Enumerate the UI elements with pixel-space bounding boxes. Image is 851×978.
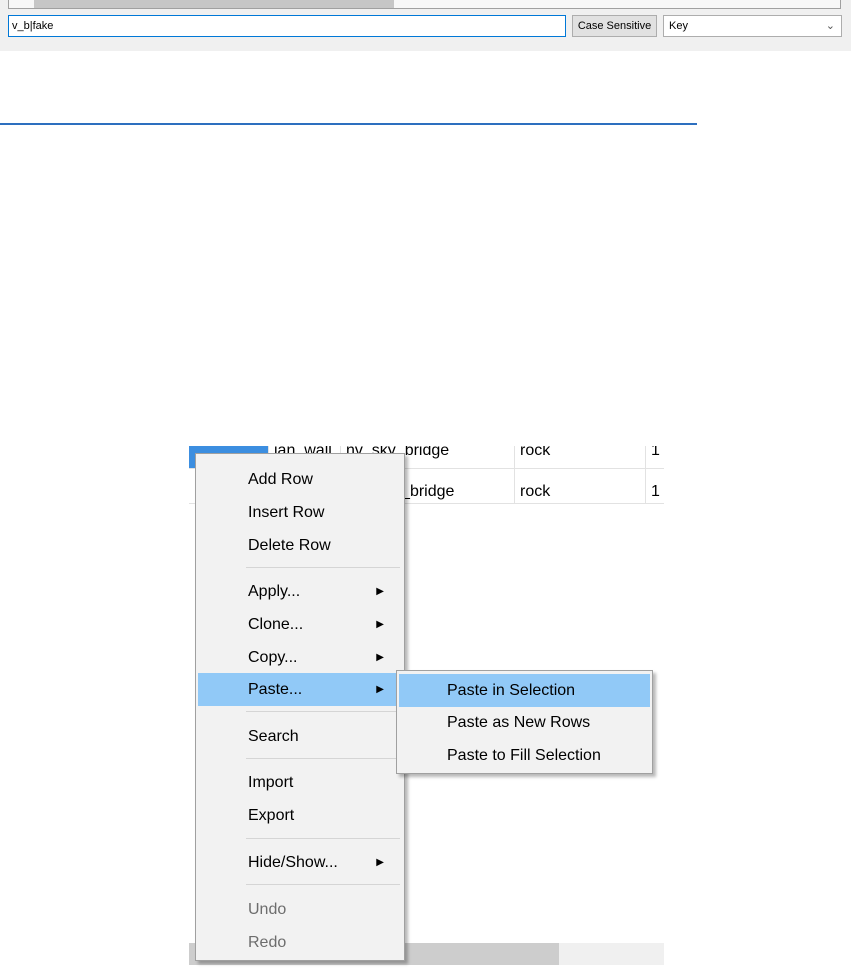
menu-item-hide-show[interactable]: Hide/Show... ▶ (198, 846, 402, 879)
scrollbar-thumb[interactable] (34, 0, 394, 8)
menu-item-paste[interactable]: Paste... ▶ (198, 673, 402, 706)
menu-item-redo[interactable]: Redo (198, 926, 402, 959)
search-input[interactable] (8, 15, 566, 37)
menu-separator (246, 884, 400, 885)
menu-item-copy[interactable]: Copy... ▶ (198, 641, 402, 674)
menu-item-label: Paste in Selection (447, 682, 576, 699)
case-sensitive-button[interactable]: Case Sensitive (572, 15, 657, 37)
triangle-right-icon: ▶ (376, 684, 384, 695)
menu-item-label: Redo (248, 934, 287, 951)
menu-item-paste-in-selection[interactable]: Paste in Selection (399, 674, 650, 707)
menu-item-label: Export (248, 807, 295, 824)
key-select-value: Key (669, 20, 688, 32)
menu-item-label: Paste as New Rows (447, 714, 591, 731)
menu-item-paste-to-fill-selection[interactable]: Paste to Fill Selection (399, 739, 650, 772)
menu-item-paste-as-new-rows[interactable]: Paste as New Rows (399, 706, 650, 739)
table-cell[interactable]: rock (515, 469, 646, 503)
triangle-right-icon: ▶ (376, 586, 384, 597)
chevron-down-icon[interactable]: ⌄ (826, 16, 835, 36)
menu-item-label: Insert Row (248, 504, 325, 521)
menu-item-label: Add Row (248, 471, 313, 488)
menu-item-clone[interactable]: Clone... ▶ (198, 608, 402, 641)
context-menu: Add Row Insert Row Delete Row Apply... ▶ … (195, 453, 405, 961)
triangle-right-icon: ▶ (376, 619, 384, 630)
table-cell[interactable]: 1 (646, 446, 664, 468)
menu-separator (246, 838, 400, 839)
menu-item-export[interactable]: Export (198, 799, 402, 832)
menu-item-label: Paste to Fill Selection (447, 747, 601, 764)
menu-item-add-row[interactable]: Add Row (198, 463, 402, 496)
menu-item-label: Search (248, 728, 299, 745)
menu-separator (246, 711, 400, 712)
menu-item-label: Hide/Show... (248, 854, 338, 871)
menu-item-search[interactable]: Search (198, 720, 402, 753)
menu-item-label: Apply... (248, 583, 301, 600)
menu-item-label: Clone... (248, 616, 304, 633)
menu-item-label: Delete Row (248, 537, 331, 554)
paste-submenu: Paste in Selection Paste as New Rows Pas… (396, 670, 653, 774)
key-column-select[interactable]: Key ⌄ (663, 15, 842, 37)
menu-item-undo[interactable]: Undo (198, 893, 402, 926)
menu-separator (246, 567, 400, 568)
triangle-right-icon: ▶ (376, 857, 384, 868)
divider-line (0, 123, 697, 125)
menu-item-label: Paste... (248, 681, 303, 698)
search-toolbar: Case Sensitive Key ⌄ (0, 0, 851, 51)
menu-item-insert-row[interactable]: Insert Row (198, 496, 402, 529)
menu-item-label: Copy... (248, 649, 298, 666)
table-cell[interactable]: 1 (646, 469, 664, 503)
menu-item-label: Import (248, 774, 294, 791)
menu-separator (246, 758, 400, 759)
triangle-right-icon: ▶ (376, 652, 384, 663)
menu-item-label: Undo (248, 901, 287, 918)
menu-item-apply[interactable]: Apply... ▶ (198, 575, 402, 608)
table-cell[interactable]: rock (515, 446, 646, 468)
menu-item-delete-row[interactable]: Delete Row (198, 529, 402, 562)
menu-item-import[interactable]: Import (198, 766, 402, 799)
horizontal-scrollbar[interactable] (8, 0, 841, 9)
